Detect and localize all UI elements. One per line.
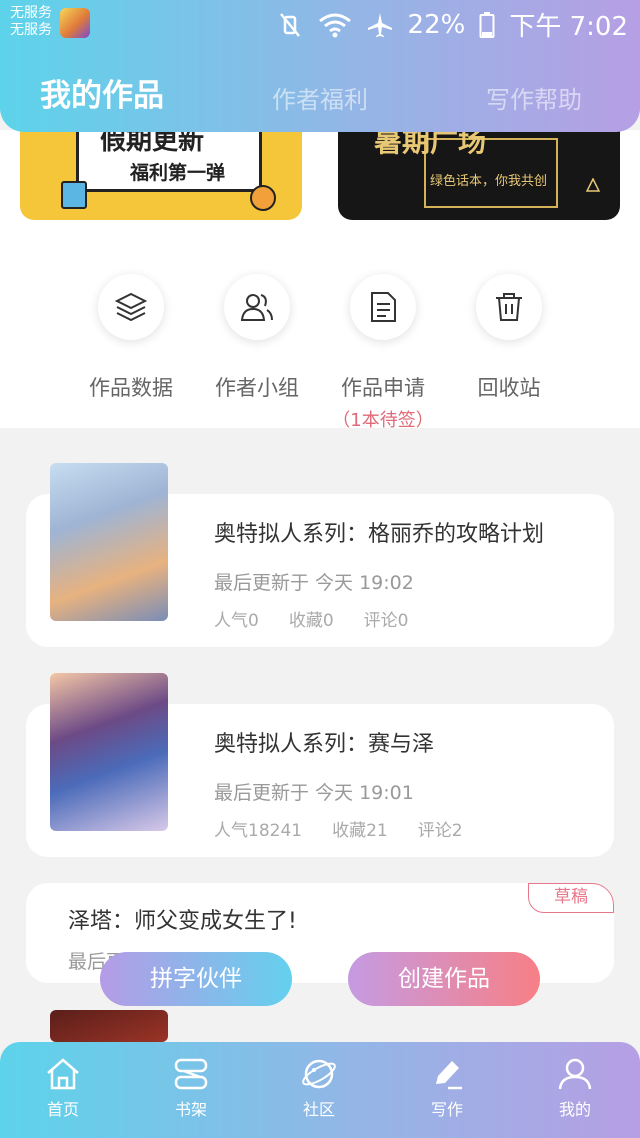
stat-popularity: 人气18241 [214, 821, 303, 841]
nav-item-community[interactable]: 社区 [274, 1056, 364, 1120]
pen-icon [436, 1061, 462, 1090]
clock: 下午 7:02 [509, 12, 628, 42]
tool-work-apply[interactable]: 作品申请 （1本待签） [328, 274, 438, 432]
banner-right-subline: 绿色话本，你我共创 [430, 174, 548, 189]
tool-author-group[interactable]: 作者小组 [202, 274, 312, 402]
tool-label-work-apply: 作品申请 [341, 376, 425, 400]
stat-favorites: 收藏21 [332, 821, 388, 841]
banner-left-headline: 假期更新 [100, 130, 205, 156]
carrier-line-2: 无服务 [10, 22, 52, 38]
stat-favorites: 收藏0 [288, 611, 334, 631]
tool-label-recycle-bin: 回收站 [477, 376, 541, 400]
stat-comments: 评论2 [417, 821, 463, 841]
nav-item-me[interactable]: 我的 [530, 1056, 620, 1120]
stat-popularity: 人气0 [214, 611, 259, 631]
nav-item-home[interactable]: 首页 [18, 1056, 108, 1120]
banner-strip: 假期更新 福利第一弹 暑期广场 绿色话本，你我共创 [0, 130, 640, 222]
triangle-icon [586, 178, 600, 192]
nav-label-me: 我的 [558, 1100, 591, 1119]
document-icon [371, 292, 396, 322]
bottom-navigation: 首页 书架 社区 写作 我的 [0, 1042, 640, 1138]
book-icon [61, 181, 87, 209]
banner-holiday-update[interactable]: 假期更新 福利第一弹 [20, 130, 302, 220]
user-icon [558, 1058, 592, 1090]
stat-comments: 评论0 [363, 611, 409, 631]
tool-label-author-group: 作者小组 [215, 376, 299, 400]
work-updated: 最后更新于 今天 19:02 [214, 572, 414, 594]
banner-left-subline: 福利第一弹 [130, 162, 226, 184]
nav-item-bookshelf[interactable]: 书架 [146, 1056, 236, 1120]
tool-label-work-data: 作品数据 [89, 376, 173, 400]
app-notification-icon [60, 8, 90, 38]
work-cover-image[interactable] [50, 463, 168, 621]
banner-summer-square[interactable]: 暑期广场 绿色话本，你我共创 [338, 130, 620, 220]
nav-item-write[interactable]: 写作 [402, 1056, 492, 1120]
pending-sign-count: （1本待签） [332, 410, 434, 431]
top-tabs: 我的作品 作者福利 写作帮助 [0, 60, 640, 120]
carrier-line-1: 无服务 [10, 5, 52, 21]
tool-work-data[interactable]: 作品数据 [76, 274, 186, 402]
tab-writing-help[interactable]: 写作帮助 [486, 80, 582, 115]
create-work-button[interactable]: 创建作品 [348, 952, 540, 1006]
work-cover-image[interactable] [50, 1010, 168, 1042]
bookshelf-icon [174, 1058, 208, 1090]
layers-icon [114, 292, 148, 322]
draft-badge: 草稿 [528, 883, 614, 913]
battery-percent: 22% [407, 9, 466, 40]
status-bar: 无服务 无服务 22% 下午 7:02 [0, 0, 640, 48]
work-title: 奥特拟人系列：格丽乔的攻略计划 [214, 522, 545, 547]
chick-icon [250, 185, 276, 211]
work-updated: 最后更新于 今天 19:01 [214, 782, 414, 804]
carrier-status: 无服务 无服务 [10, 5, 52, 39]
nav-label-write: 写作 [430, 1100, 463, 1119]
word-partner-button[interactable]: 拼字伙伴 [100, 952, 292, 1006]
airplane-mode-icon [366, 11, 394, 39]
mute-icon [276, 11, 304, 39]
trash-icon [496, 293, 522, 321]
tools-row: 作品数据 作者小组 作品申请 （1本待签） 回收站 [0, 222, 640, 431]
nav-label-home: 首页 [46, 1100, 79, 1119]
battery-icon [479, 11, 495, 39]
work-title: 泽塔：师父变成女生了! [68, 909, 297, 934]
work-title: 奥特拟人系列：赛与泽 [214, 732, 435, 757]
nav-label-community: 社区 [302, 1100, 335, 1119]
tool-recycle-bin[interactable]: 回收站 [454, 274, 564, 402]
banner-right-headline: 暑期广场 [374, 130, 487, 158]
tab-author-benefits[interactable]: 作者福利 [272, 80, 368, 115]
work-stats: 人气0 收藏0 评论0 [214, 606, 408, 631]
nav-label-bookshelf: 书架 [174, 1100, 207, 1119]
wifi-icon [318, 12, 352, 38]
home-icon [47, 1058, 79, 1090]
group-icon [240, 294, 273, 321]
work-cover-image[interactable] [50, 673, 168, 831]
tab-my-works[interactable]: 我的作品 [40, 70, 164, 115]
planet-icon [302, 1059, 336, 1089]
work-stats: 人气18241 收藏21 评论2 [214, 816, 463, 841]
